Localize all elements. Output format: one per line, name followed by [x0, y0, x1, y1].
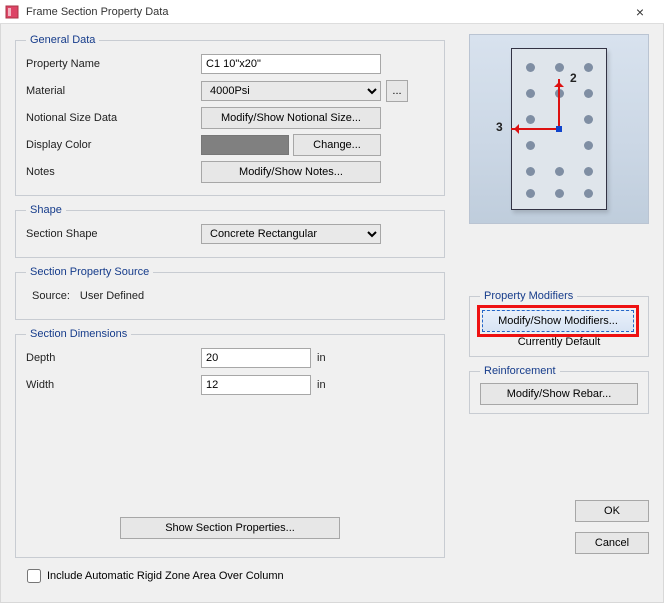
titlebar: Frame Section Property Data ×	[0, 0, 664, 24]
property-name-label: Property Name	[26, 58, 201, 70]
origin-marker	[556, 126, 562, 132]
modifiers-status: Currently Default	[480, 336, 638, 348]
width-unit: in	[317, 379, 326, 391]
rebar-dot	[584, 141, 593, 150]
app-icon	[4, 4, 20, 20]
rebar-dot	[526, 115, 535, 124]
show-section-properties-button[interactable]: Show Section Properties...	[120, 517, 340, 539]
depth-label: Depth	[26, 352, 201, 364]
dialog-body: General Data Property Name Material 4000…	[0, 24, 664, 603]
axis-3-arrow	[511, 128, 559, 130]
general-legend: General Data	[26, 34, 99, 46]
rebar-dot	[526, 141, 535, 150]
rebar-dot	[584, 115, 593, 124]
source-label: Source:	[26, 290, 70, 302]
rebar-dot	[526, 63, 535, 72]
reinforcement-group: Reinforcement Modify/Show Rebar...	[469, 365, 649, 414]
modify-show-modifiers-button[interactable]: Modify/Show Modifiers...	[482, 310, 634, 332]
general-data-group: General Data Property Name Material 4000…	[15, 34, 445, 196]
section-shape-select[interactable]: Concrete Rectangular	[201, 224, 381, 244]
rebar-dot	[526, 189, 535, 198]
property-source-group: Section Property Source Source: User Def…	[15, 266, 445, 320]
reinforcement-legend: Reinforcement	[480, 365, 560, 377]
axis-2-arrow	[558, 79, 560, 129]
rebar-dot	[555, 167, 564, 176]
notes-button[interactable]: Modify/Show Notes...	[201, 161, 381, 183]
material-more-button[interactable]: ...	[386, 80, 408, 102]
rebar-dot	[584, 89, 593, 98]
shape-legend: Shape	[26, 204, 66, 216]
notional-size-label: Notional Size Data	[26, 112, 201, 124]
property-source-legend: Section Property Source	[26, 266, 153, 278]
section-dimensions-group: Section Dimensions Depth in Width in Sho…	[15, 328, 445, 558]
display-color-swatch[interactable]	[201, 135, 289, 155]
depth-input[interactable]	[201, 348, 311, 368]
ok-button[interactable]: OK	[575, 500, 649, 522]
axis-3-label: 3	[496, 120, 503, 134]
display-color-label: Display Color	[26, 139, 201, 151]
depth-unit: in	[317, 352, 326, 364]
notes-label: Notes	[26, 166, 201, 178]
source-value: User Defined	[74, 290, 144, 302]
include-rigid-zone-label: Include Automatic Rigid Zone Area Over C…	[47, 570, 284, 582]
width-input[interactable]	[201, 375, 311, 395]
change-color-button[interactable]: Change...	[293, 134, 381, 156]
property-modifiers-legend: Property Modifiers	[480, 290, 577, 302]
rebar-dot	[526, 167, 535, 176]
highlight-marker: Modify/Show Modifiers...	[480, 308, 636, 334]
section-preview: 2 3	[469, 34, 649, 224]
section-shape-label: Section Shape	[26, 228, 201, 240]
modify-show-rebar-button[interactable]: Modify/Show Rebar...	[480, 383, 638, 405]
material-label: Material	[26, 85, 201, 97]
shape-group: Shape Section Shape Concrete Rectangular	[15, 204, 445, 258]
section-dimensions-legend: Section Dimensions	[26, 328, 131, 340]
window-title: Frame Section Property Data	[26, 6, 620, 18]
section-outline: 2	[511, 48, 607, 210]
axis-2-label: 2	[570, 71, 577, 85]
rebar-dot	[555, 189, 564, 198]
rebar-dot	[526, 89, 535, 98]
notional-size-button[interactable]: Modify/Show Notional Size...	[201, 107, 381, 129]
include-rigid-zone-container[interactable]: Include Automatic Rigid Zone Area Over C…	[23, 566, 284, 586]
rebar-dot	[584, 63, 593, 72]
close-icon[interactable]: ×	[620, 4, 660, 20]
property-modifiers-group: Property Modifiers Modify/Show Modifiers…	[469, 290, 649, 357]
material-select[interactable]: 4000Psi	[201, 81, 381, 101]
include-rigid-zone-checkbox[interactable]	[27, 569, 41, 583]
width-label: Width	[26, 379, 201, 391]
rebar-dot	[555, 63, 564, 72]
property-name-input[interactable]	[201, 54, 381, 74]
rebar-dot	[584, 167, 593, 176]
rebar-dot	[584, 189, 593, 198]
cancel-button[interactable]: Cancel	[575, 532, 649, 554]
